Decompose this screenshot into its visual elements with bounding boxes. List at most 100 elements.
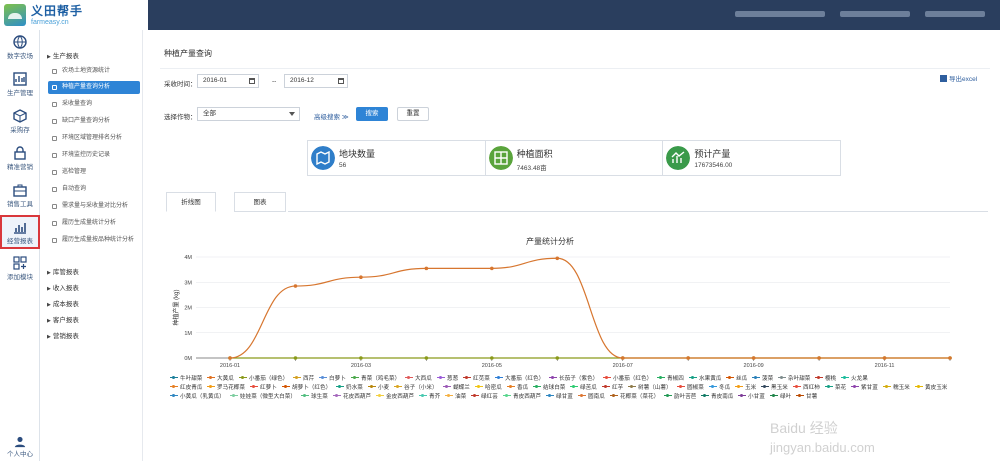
legend-item[interactable]: 油菜 bbox=[445, 392, 466, 400]
legend-item[interactable]: 奶水菜 bbox=[336, 383, 363, 391]
rail-item-production[interactable]: 生产管理 bbox=[0, 69, 40, 101]
menu-item-record-stats[interactable]: 履历生成量统计分析 bbox=[48, 217, 140, 230]
legend-marker bbox=[471, 393, 479, 397]
legend-item[interactable]: 青皮南瓜 bbox=[701, 392, 733, 400]
legend-item[interactable]: 结球白菜 bbox=[533, 383, 565, 391]
leaf-logo-icon bbox=[4, 4, 26, 26]
legend-item[interactable]: 圆南瓜 bbox=[578, 392, 605, 400]
menu-group-cost[interactable]: 成本报表 bbox=[47, 298, 79, 308]
data-point bbox=[359, 356, 363, 360]
rail-item-marketing[interactable]: 精准营销 bbox=[0, 143, 40, 175]
y-tick-label: 2M bbox=[184, 306, 192, 312]
legend-label: 罗马花椰菜 bbox=[217, 385, 245, 391]
menu-item-inspection[interactable]: 巡检管理 bbox=[48, 166, 140, 179]
legend-item[interactable]: 黄皮玉米 bbox=[915, 383, 947, 391]
rail-item-user-center[interactable]: 个人中心 bbox=[0, 436, 40, 458]
x-tick-label: 2016-07 bbox=[613, 363, 633, 369]
legend-item[interactable]: 火龙果 bbox=[841, 374, 868, 382]
menu-group-income[interactable]: 收入报表 bbox=[47, 282, 79, 292]
menu-item-env-history[interactable]: 环境监控历史记录 bbox=[48, 149, 140, 162]
legend-label: 绿叶 bbox=[780, 394, 792, 400]
brand-logo[interactable]: 义田帮手 farmeasy.cn bbox=[0, 0, 148, 30]
legend-item[interactable]: 糯玉米 bbox=[883, 383, 910, 391]
menu-item-record-by-variety[interactable]: 履历生成量按品种统计分析 bbox=[48, 234, 140, 247]
legend-label: 红皮青瓜 bbox=[180, 385, 203, 391]
menu-item-auto-query[interactable]: 自动查询 bbox=[48, 183, 140, 196]
legend-item[interactable]: 黑玉米 bbox=[761, 383, 788, 391]
legend-item[interactable]: 绿苦瓜 bbox=[570, 383, 597, 391]
legend-item[interactable]: 绿甘蓝 bbox=[546, 392, 573, 400]
menu-item-area-ranking[interactable]: 环境区域管理排名分析 bbox=[48, 132, 140, 145]
globe-icon bbox=[13, 35, 27, 49]
legend-item[interactable]: 长茄子（紫色） bbox=[549, 374, 598, 382]
legend-item[interactable]: 红萝卜 bbox=[250, 383, 277, 391]
legend-item[interactable]: 球生菜 bbox=[301, 392, 328, 400]
legend-item[interactable]: 大黄瓜 bbox=[207, 374, 234, 382]
menu-item-gap-analysis[interactable]: 缺口产量查询分析 bbox=[48, 115, 140, 128]
legend-item[interactable]: 小番茄（绿色） bbox=[239, 374, 288, 382]
legend-item[interactable]: 谷子（小米） bbox=[394, 383, 438, 391]
legend-item[interactable]: 青菜（鸡毛菜） bbox=[351, 374, 400, 382]
menu-item-harvest-query[interactable]: 采收量查询 bbox=[48, 98, 140, 111]
legend-marker bbox=[793, 384, 801, 388]
legend-item[interactable]: 香瓜 bbox=[507, 383, 528, 391]
legend-item[interactable]: 西红柿 bbox=[793, 383, 820, 391]
menu-group-production[interactable]: 生产报表 bbox=[47, 50, 79, 60]
legend-item[interactable]: 大西瓜 bbox=[405, 374, 432, 382]
legend-item[interactable]: 甘薯 bbox=[796, 392, 817, 400]
legend-item[interactable]: 树薯（山薯） bbox=[628, 383, 672, 391]
legend-item[interactable]: 绿叶 bbox=[770, 392, 791, 400]
legend-item[interactable]: 冬瓜 bbox=[709, 383, 730, 391]
legend-item[interactable]: 青皮西葫芦 bbox=[503, 392, 541, 400]
legend-item[interactable]: 紫甘蓝 bbox=[851, 383, 878, 391]
legend-item[interactable]: 胡萝卜（红色） bbox=[282, 383, 331, 391]
legend-item[interactable]: 青椒四 bbox=[657, 374, 684, 382]
menu-group-marketing[interactable]: 营销报表 bbox=[47, 330, 79, 340]
legend-item[interactable]: 葱葱 bbox=[437, 374, 458, 382]
legend-item[interactable]: 花椰菜（菜花） bbox=[610, 392, 659, 400]
legend-item[interactable]: 小麦 bbox=[368, 383, 389, 391]
legend-item[interactable]: 白萝卜 bbox=[319, 374, 346, 382]
legend-item[interactable]: 菠菜 bbox=[752, 374, 773, 382]
rail-item-add-module[interactable]: 添加模块 bbox=[0, 253, 40, 285]
legend-item[interactable]: 菜花 bbox=[825, 383, 846, 391]
legend-label: 圆椒菜 bbox=[687, 385, 704, 391]
legend-item[interactable]: 杂叶甜菜 bbox=[778, 374, 810, 382]
rail-item-sales[interactable]: 销售工具 bbox=[0, 180, 40, 212]
legend-item[interactable]: 青芥 bbox=[419, 392, 440, 400]
menu-item-yield-analysis[interactable]: 种植产量查询分析 bbox=[48, 81, 140, 94]
legend-item[interactable]: 牛叶甜菜 bbox=[170, 374, 202, 382]
legend-item[interactable]: 红皮青瓜 bbox=[170, 383, 202, 391]
rail-item-digital-farm[interactable]: 数字农场 bbox=[0, 32, 40, 64]
rail-item-reports[interactable]: 经营报表 bbox=[0, 215, 40, 249]
menu-group-inventory[interactable]: 库管报表 bbox=[47, 266, 79, 276]
menu-item-demand-compare[interactable]: 需求量与采收量对比分析 bbox=[48, 200, 140, 213]
menu-item-land-stats[interactable]: 农场土地资源统计 bbox=[48, 65, 140, 78]
legend-item[interactable]: 蝴蝶兰 bbox=[443, 383, 470, 391]
legend-item[interactable]: 金皮西葫芦 bbox=[376, 392, 414, 400]
legend-item[interactable]: 哈密瓜 bbox=[475, 383, 502, 391]
legend-item[interactable]: 西芹 bbox=[293, 374, 314, 382]
legend-item[interactable]: 小黄瓜（乳黄瓜） bbox=[170, 392, 225, 400]
legend-label: 花椰菜（菜花） bbox=[620, 394, 660, 400]
legend-item[interactable]: 娃娃菜（微型大白菜） bbox=[230, 392, 296, 400]
menu-group-customer[interactable]: 客户报表 bbox=[47, 314, 79, 324]
legend-item[interactable]: 丝瓜 bbox=[726, 374, 747, 382]
legend-item[interactable]: 花皮西葫芦 bbox=[333, 392, 371, 400]
legend-item[interactable]: 圆椒菜 bbox=[677, 383, 704, 391]
rail-item-purchase[interactable]: 采购存 bbox=[0, 106, 40, 138]
watermark-url: jingyan.baidu.com bbox=[770, 440, 875, 455]
legend-marker bbox=[602, 384, 610, 388]
legend-item[interactable]: 玉米 bbox=[735, 383, 756, 391]
legend-item[interactable]: 红苋菜 bbox=[463, 374, 490, 382]
legend-item[interactable]: 罗马花椰菜 bbox=[207, 383, 245, 391]
y-tick-label: 1M bbox=[184, 331, 192, 337]
legend-item[interactable]: 小甘蓝 bbox=[738, 392, 765, 400]
legend-item[interactable]: 绿红芸 bbox=[471, 392, 498, 400]
legend-item[interactable]: 红芋 bbox=[602, 383, 623, 391]
legend-item[interactable]: 水果黄瓜 bbox=[689, 374, 721, 382]
legend-item[interactable]: 韵叶苦苣 bbox=[664, 392, 696, 400]
legend-item[interactable]: 樱桃 bbox=[815, 374, 836, 382]
legend-item[interactable]: 小番茄（红色） bbox=[603, 374, 652, 382]
legend-item[interactable]: 大番茄（红色） bbox=[495, 374, 544, 382]
